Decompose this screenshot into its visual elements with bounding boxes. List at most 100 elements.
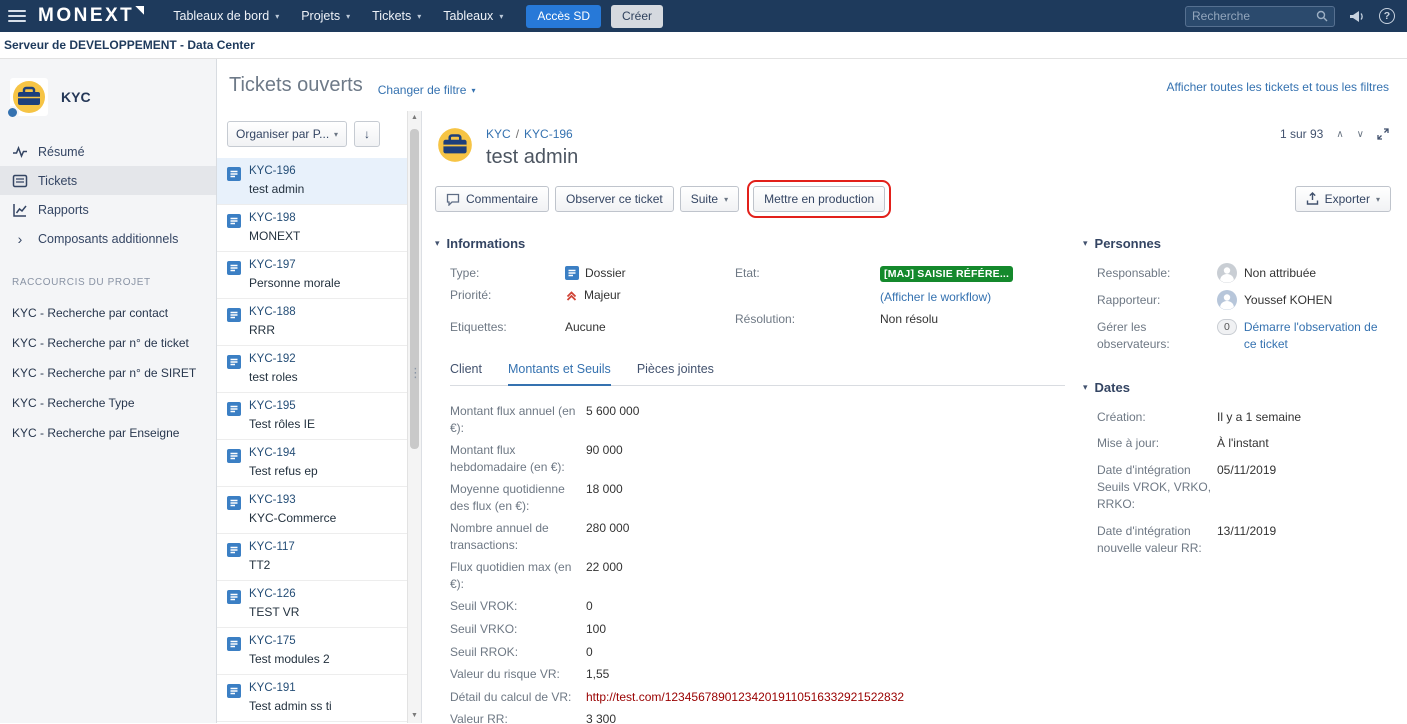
topbar-nav-item[interactable]: Tableaux de bord ▾ — [162, 0, 290, 32]
ticket-key: KYC-175 — [249, 635, 330, 647]
sidebar-item-tickets[interactable]: Tickets — [0, 166, 216, 195]
scroll-up-icon[interactable]: ▲ — [411, 114, 418, 122]
reporter-value[interactable]: Youssef KOHEN — [1244, 292, 1332, 309]
ticket-list-item[interactable]: KYC-117 TT2 — [217, 534, 407, 581]
watchers-label: Gérer les observateurs: — [1097, 319, 1217, 354]
tab-montants-et-seuils[interactable]: Montants et Seuils — [508, 362, 611, 386]
content: Tickets ouverts Changer de filtre ▾ Affi… — [217, 59, 1407, 723]
ticket-list-item[interactable]: KYC-190 TEST — [217, 722, 407, 723]
comment-button-label: Commentaire — [466, 192, 538, 206]
show-workflow-link[interactable]: (Afficher le workflow) — [880, 290, 991, 304]
date-value: Il y a 1 semaine — [1217, 409, 1391, 426]
breadcrumb-project-link[interactable]: KYC — [486, 127, 511, 141]
nav-item-label: Tickets — [372, 9, 411, 23]
next-ticket-button[interactable]: ∨ — [1357, 129, 1364, 140]
assignee-value[interactable]: Non attribuée — [1244, 265, 1316, 282]
ticket-list-item[interactable]: KYC-198 MONEXT — [217, 205, 407, 252]
document-type-icon — [227, 355, 241, 369]
document-type-icon — [227, 167, 241, 181]
ticket-list-item[interactable]: KYC-193 KYC-Commerce — [217, 487, 407, 534]
announcement-icon[interactable] — [1349, 10, 1365, 23]
people-section-toggle[interactable]: ▾ Personnes — [1083, 236, 1391, 251]
mettre-en-production-button[interactable]: Mettre en production — [753, 186, 885, 212]
caret-down-icon: ▾ — [471, 86, 475, 95]
caret-down-icon: ▾ — [334, 130, 338, 139]
date-label: Création: — [1097, 409, 1217, 426]
ticket-list-item[interactable]: KYC-194 Test refus ep — [217, 440, 407, 487]
show-all-filters-link[interactable]: Afficher toutes les tickets et tous les … — [1166, 80, 1389, 94]
acces-sd-button[interactable]: Accès SD — [526, 5, 601, 28]
detail-side-panel: ▾ Personnes Responsable: Non attribuée — [1083, 236, 1391, 567]
date-row: Date d'intégration Seuils VROK, VRKO, RR… — [1097, 462, 1391, 514]
informations-section-toggle[interactable]: ▾ Informations — [435, 236, 1065, 251]
caret-down-icon: ▾ — [1083, 382, 1088, 393]
project-shortcut-link[interactable]: KYC - Recherche par n° de ticket — [0, 328, 216, 358]
ticket-detail-panel: 1 sur 93 ∧ ∨ KYC/KYC-196 test admin — [422, 111, 1407, 723]
app-logo[interactable]: MONEXT — [38, 5, 144, 27]
search-input[interactable] — [1192, 9, 1316, 23]
export-button[interactable]: Exporter ▾ — [1295, 186, 1391, 212]
topbar-nav-item[interactable]: Tableaux ▾ — [432, 0, 514, 32]
topbar-nav: Tableaux de bord ▾ Projets ▾ Tickets ▾ T… — [162, 0, 514, 32]
pager-count: 1 sur 93 — [1280, 127, 1323, 141]
previous-ticket-button[interactable]: ∧ — [1336, 129, 1343, 140]
logo-arrow-icon — [135, 6, 144, 15]
sidebar-item-composants[interactable]: › Composants additionnels — [0, 224, 216, 253]
help-icon[interactable]: ? — [1379, 8, 1395, 24]
ticket-summary: TEST VR — [249, 605, 299, 619]
ticket-avatar — [435, 125, 475, 165]
field-list: Montant flux annuel (en €): 5 600 000 Mo… — [450, 400, 1065, 723]
hamburger-menu-icon[interactable] — [8, 10, 26, 22]
detail-field-row: Détail du calcul de VR: http://test.com/… — [450, 686, 1065, 709]
expand-icon[interactable] — [1377, 128, 1389, 140]
sidebar-item-resume[interactable]: Résumé — [0, 137, 216, 166]
project-shortcuts: KYC - Recherche par contactKYC - Recherc… — [0, 298, 216, 448]
detail-field-row: Valeur du risque VR: 1,55 — [450, 663, 1065, 686]
project-avatar — [10, 78, 48, 116]
field-label: Moyenne quotidienne des flux (en €): — [450, 481, 586, 514]
comment-button[interactable]: Commentaire — [435, 186, 549, 212]
project-shortcut-link[interactable]: KYC - Recherche par Enseigne — [0, 418, 216, 448]
detail-field-row: Flux quotidien max (en €): 22 000 — [450, 556, 1065, 595]
more-actions-button[interactable]: Suite ▾ — [680, 186, 739, 212]
chevron-right-icon: › — [12, 232, 28, 246]
tab-client[interactable]: Client — [450, 362, 482, 385]
scroll-down-icon[interactable]: ▼ — [411, 712, 418, 720]
sort-by-dropdown[interactable]: Organiser par P... ▾ — [227, 121, 347, 147]
ticket-list-item[interactable]: KYC-175 Test modules 2 — [217, 628, 407, 675]
ticket-list-item[interactable]: KYC-191 Test admin ss ti — [217, 675, 407, 722]
sidebar-item-rapports[interactable]: Rapports — [0, 195, 216, 224]
ticket-list-item[interactable]: KYC-188 RRR — [217, 299, 407, 346]
scrollbar-thumb[interactable] — [410, 129, 419, 449]
project-shortcut-link[interactable]: KYC - Recherche Type — [0, 388, 216, 418]
project-shortcut-link[interactable]: KYC - Recherche par n° de SIRET — [0, 358, 216, 388]
topbar-nav-item[interactable]: Tickets ▾ — [361, 0, 432, 32]
ticket-summary: MONEXT — [249, 229, 300, 243]
breadcrumb-ticket-link[interactable]: KYC-196 — [524, 127, 573, 141]
watch-button[interactable]: Observer ce ticket — [555, 186, 674, 212]
panel-resize-grip[interactable]: ⋮ — [409, 366, 422, 379]
ticket-list-item[interactable]: KYC-197 Personne morale — [217, 252, 407, 299]
search-icon[interactable] — [1316, 10, 1328, 22]
content-header: Tickets ouverts Changer de filtre ▾ Affi… — [217, 59, 1407, 111]
document-type-icon — [227, 402, 241, 416]
ticket-list-item[interactable]: KYC-192 test roles — [217, 346, 407, 393]
date-value: À l'instant — [1217, 435, 1391, 452]
tab-pieces-jointes[interactable]: Pièces jointes — [637, 362, 714, 385]
list-scrollbar[interactable]: ▲ ▼ — [407, 111, 421, 723]
document-type-icon — [227, 684, 241, 698]
topbar-nav-item[interactable]: Projets ▾ — [290, 0, 361, 32]
sort-direction-button[interactable]: ↓ — [354, 121, 380, 147]
ticket-list-item[interactable]: KYC-126 TEST VR — [217, 581, 407, 628]
ticket-list-item[interactable]: KYC-196 test admin — [217, 158, 407, 205]
dates-section-toggle[interactable]: ▾ Dates — [1083, 380, 1391, 395]
create-button[interactable]: Créer — [611, 5, 663, 28]
project-shortcut-link[interactable]: KYC - Recherche par contact — [0, 298, 216, 328]
ticket-list-item[interactable]: KYC-195 Test rôles IE — [217, 393, 407, 440]
watchers-count-badge: 0 — [1217, 319, 1237, 335]
date-value: 13/11/2019 — [1217, 523, 1391, 558]
start-watching-link[interactable]: Démarre l'observation de ce ticket — [1244, 319, 1391, 354]
project-header[interactable]: KYC — [0, 59, 216, 129]
change-filter-link[interactable]: Changer de filtre ▾ — [378, 83, 476, 97]
ticket-key: KYC-191 — [249, 682, 332, 694]
